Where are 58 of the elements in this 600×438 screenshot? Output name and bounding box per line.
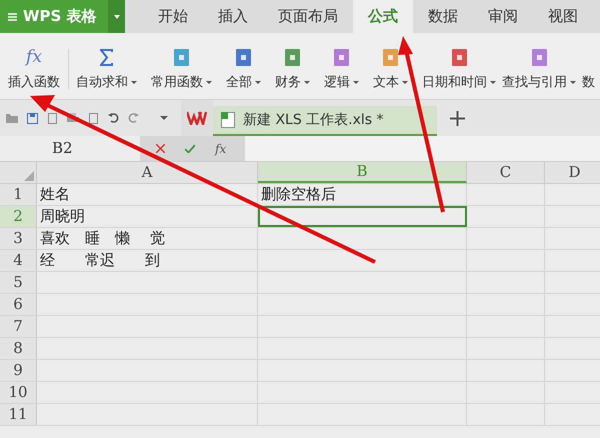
undo-icon[interactable]	[108, 113, 119, 123]
ribbon-tab[interactable]: 视图	[533, 0, 593, 33]
ribbon-button[interactable]: 逻辑	[317, 49, 366, 89]
select-all-icon[interactable]	[24, 171, 34, 181]
ribbon-button[interactable]: 文本	[366, 49, 415, 89]
printer-icon[interactable]	[67, 112, 79, 124]
row-header[interactable]: 10	[0, 382, 37, 403]
menu-icon	[8, 12, 17, 20]
sum-icon	[100, 49, 113, 66]
save-icon[interactable]	[27, 112, 38, 124]
wps-logo-icon	[187, 111, 207, 125]
spreadsheet-file-icon	[221, 112, 235, 128]
redo-icon[interactable]	[128, 113, 139, 123]
ribbon-button[interactable]: 常用函数	[144, 49, 219, 89]
plus-icon[interactable]	[450, 110, 465, 126]
ribbon-button[interactable]: 查找与引用	[499, 49, 579, 89]
caret-icon	[114, 14, 120, 18]
document-icon[interactable]	[47, 112, 58, 124]
table-cell: 周晓明	[37, 206, 258, 227]
row-header[interactable]: 11	[0, 404, 37, 425]
ribbon-button[interactable]: 全部	[219, 49, 268, 89]
ribbon-button[interactable]: 自动求和	[69, 49, 144, 89]
row-header[interactable]: 4	[0, 250, 37, 271]
column-header[interactable]: D	[545, 162, 600, 183]
ribbon-tab[interactable]: 插入	[203, 0, 263, 33]
app-menu-dropdown[interactable]	[108, 0, 125, 33]
row-header[interactable]: 3	[0, 228, 37, 249]
ribbon-tab[interactable]: 页面布局	[263, 0, 353, 33]
cancel-icon[interactable]	[156, 144, 165, 153]
function-button[interactable]: fx	[215, 140, 226, 158]
row-header[interactable]: 9	[0, 360, 37, 381]
ribbon-tab[interactable]: 公式	[353, 0, 413, 33]
ribbon-button[interactable]: 数	[579, 76, 595, 89]
active-cell[interactable]	[258, 206, 467, 227]
document-tab[interactable]: 新建 XLS 工作表.xls *	[213, 106, 437, 136]
folder-icon[interactable]	[6, 113, 18, 123]
row-header[interactable]: 5	[0, 272, 37, 293]
ribbon-button[interactable]: fx 插入函数	[0, 49, 69, 89]
function-icon: fx	[26, 49, 42, 66]
ribbon-tab[interactable]: 数据	[413, 0, 473, 33]
table-cell: 喜欢 睡 懒 觉	[37, 228, 258, 249]
row-header[interactable]: 8	[0, 338, 37, 359]
caret-icon[interactable]	[160, 116, 168, 120]
ribbon-button[interactable]: 财务	[268, 49, 317, 89]
row-header[interactable]: 6	[0, 294, 37, 315]
formula-input[interactable]	[245, 136, 600, 161]
name-box[interactable]: B2	[0, 136, 140, 161]
ribbon-tab[interactable]: 开始	[143, 0, 203, 33]
ribbon-button[interactable]: 日期和时间	[415, 49, 499, 89]
document-icon[interactable]	[88, 112, 99, 124]
row-header[interactable]: 7	[0, 316, 37, 337]
ribbon-tab[interactable]: 审阅	[473, 0, 533, 33]
table-cell: 删除空格后	[258, 184, 467, 205]
table-cell: 经 常迟 到	[37, 250, 258, 271]
row-header[interactable]: 1	[0, 184, 37, 205]
table-cell: 姓名	[37, 184, 258, 205]
confirm-icon[interactable]	[185, 144, 195, 153]
column-header[interactable]: C	[467, 162, 545, 183]
